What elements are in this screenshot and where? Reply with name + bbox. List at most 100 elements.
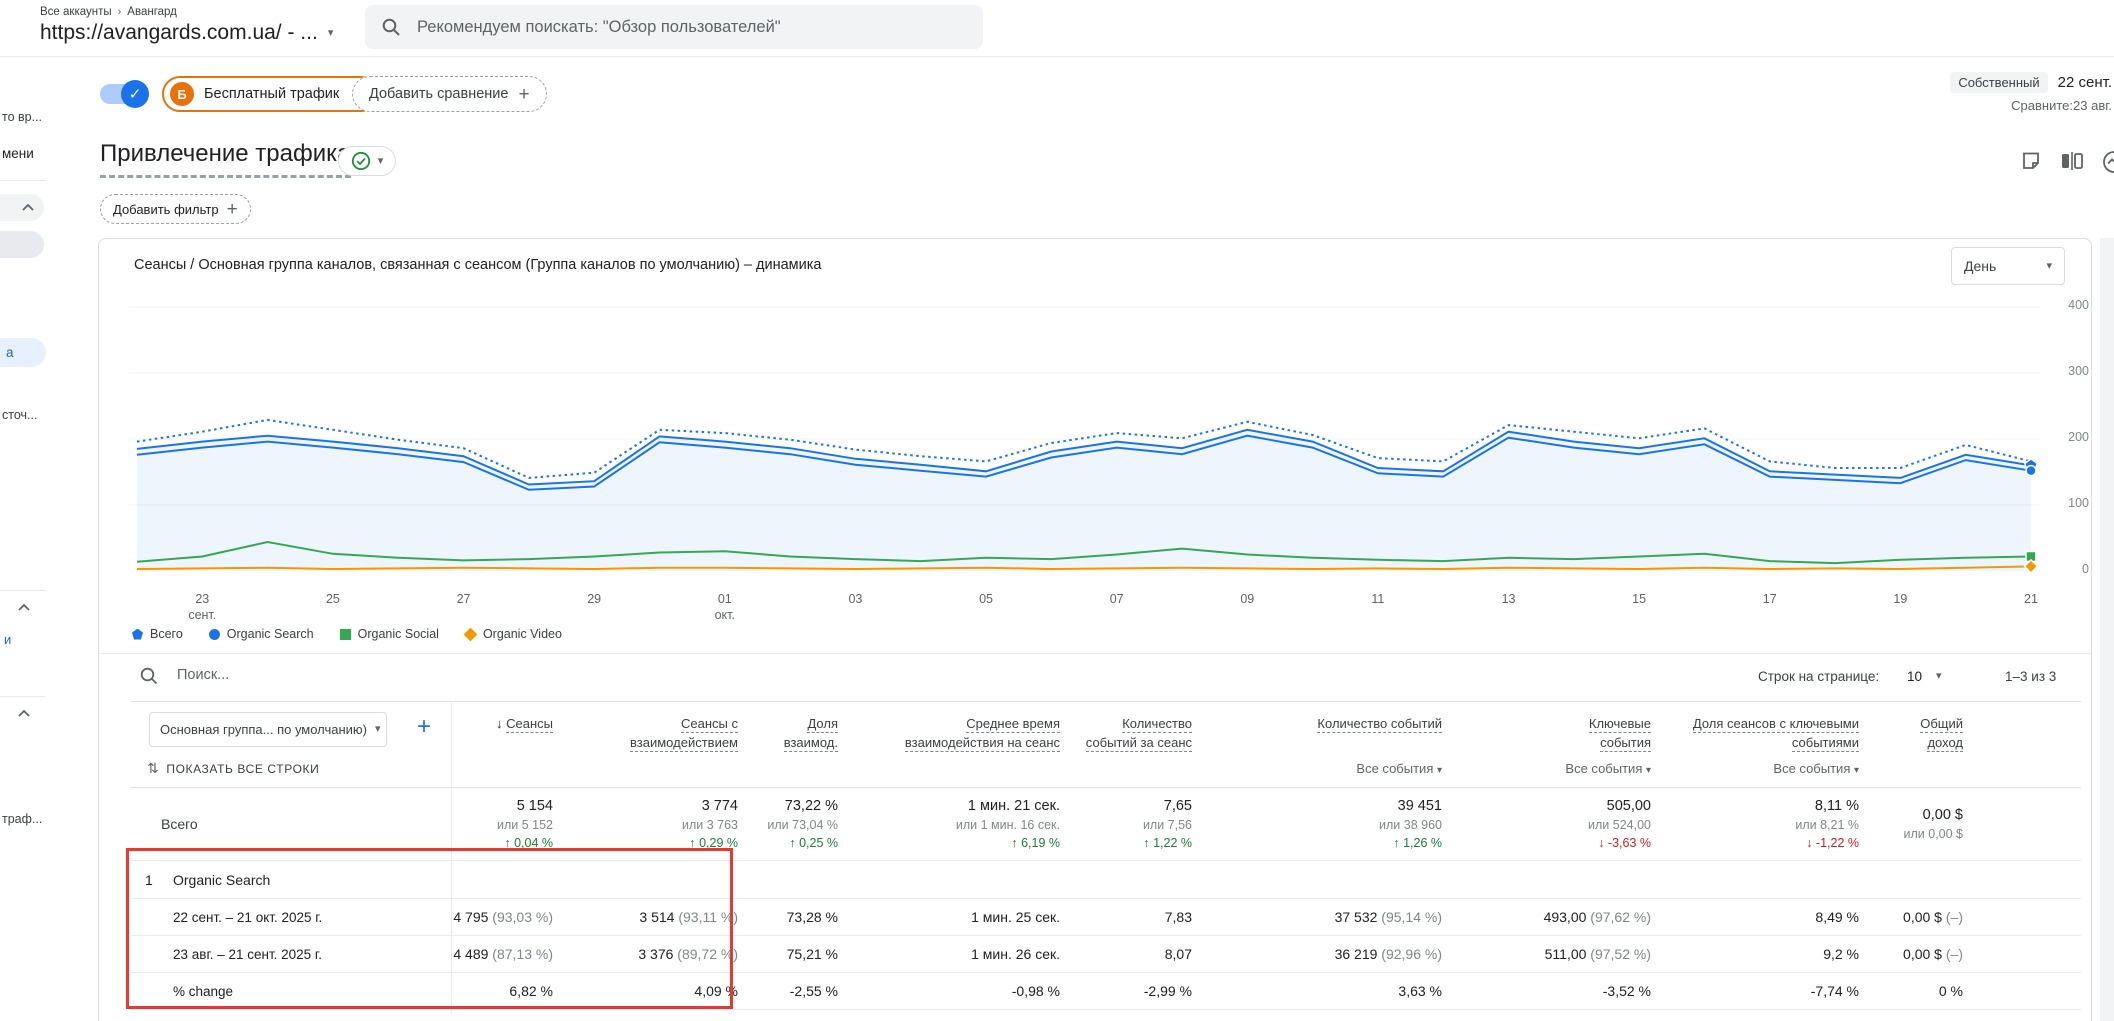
metric-cell: 8,07 (1164, 946, 1192, 962)
chevron-down-icon: ▾ (1936, 670, 1942, 682)
plus-icon: + (518, 83, 530, 105)
check-circle-icon (351, 151, 370, 171)
channel-name[interactable]: Organic Search (173, 872, 270, 888)
breadcrumb-account[interactable]: Авангард (127, 6, 177, 18)
chevron-down-icon: ▾ (377, 154, 384, 167)
chart-legend: Всего Organic Search Organic Social Organic… (132, 627, 562, 641)
date-preset-badge: Собственный (1950, 72, 2048, 93)
totals-metric-2: 3 774 или 3 763 ↑ 0,29 % (681, 798, 738, 850)
segment-toggle[interactable]: ✓ (100, 80, 149, 108)
comparison-icon[interactable] (2060, 150, 2084, 172)
pagination-range: 1–3 из 3 (2005, 669, 2057, 684)
y-axis-tick: 200 (2068, 430, 2089, 444)
events-filter-dropdown[interactable]: Все события ▾ (1565, 759, 1651, 778)
top-app-bar: Все аккаунты › Авангард https://avangard… (0, 0, 2114, 57)
events-filter-dropdown[interactable]: Все события ▾ (1773, 759, 1859, 778)
granularity-select[interactable]: День ▾ (1951, 247, 2065, 285)
column-header-7[interactable]: Ключевые события Все события ▾ (1450, 702, 1659, 787)
metric-cell: 36 219 (92,96 %) (1334, 946, 1442, 962)
metric-cell: 9,2 % (1823, 946, 1859, 962)
search-icon (140, 667, 158, 685)
legend-item-organic-video[interactable]: Organic Video (463, 627, 562, 641)
x-axis-tick: 03 (848, 592, 863, 606)
row-rank: 1 (145, 871, 153, 888)
dimension-dropdown[interactable]: Основная группа... по умолчанию) ▾ (149, 712, 387, 747)
sidebar-item-label[interactable]: траф... (2, 812, 42, 826)
report-card: Сеансы / Основная группа каналов, связан… (98, 238, 2092, 1021)
metric-cell: 8,49 % (1815, 909, 1859, 925)
sidebar-item-label[interactable]: то вр... (2, 110, 42, 124)
page-title: Привлечение трафика (100, 140, 351, 178)
metric-cell: 3 376 (89,72 %) (638, 946, 738, 962)
chevron-up-icon[interactable] (18, 604, 30, 611)
segment-chip-free-traffic[interactable]: Б Бесплатный трафик ✕ (162, 76, 379, 112)
delta-up: ↑ 0,29 % (689, 836, 738, 850)
column-header-3[interactable]: Доля взаимод. (746, 702, 846, 787)
rows-per-page-select[interactable]: 10 ▾ (1907, 669, 1942, 684)
report-status-dropdown[interactable]: ▾ (338, 146, 396, 176)
column-header-2[interactable]: Сеансы с взаимодействием (561, 702, 746, 787)
chevron-up-icon[interactable] (18, 710, 30, 717)
global-search-bar[interactable] (365, 5, 983, 49)
sidebar-item-label[interactable]: мени (2, 146, 34, 161)
add-comparison-button[interactable]: Добавить сравнение + (352, 76, 547, 112)
column-divider (451, 701, 452, 1013)
metric-cell: 3,63 % (1398, 983, 1442, 999)
column-header-6[interactable]: Количество событий Все события ▾ (1200, 702, 1450, 787)
metric-cell: 0,00 $ (–) (1903, 909, 1963, 925)
sidebar-item-pill[interactable] (0, 231, 44, 258)
show-all-rows-button[interactable]: ⇅ ПОКАЗАТЬ ВСЕ СТРОКИ (147, 760, 319, 777)
metric-cell: 4 489 (87,13 %) (453, 946, 553, 962)
notes-icon[interactable] (2020, 150, 2042, 172)
expand-rows-icon: ⇅ (147, 760, 160, 776)
metric-cell: -2,99 % (1143, 983, 1192, 999)
table-row-organic-search[interactable]: 1 Organic Search (131, 861, 2081, 899)
column-header-8[interactable]: Доля сеансов с ключевыми событиями Все со… (1659, 702, 1867, 787)
sidebar-item-active[interactable]: а (0, 338, 46, 367)
legend-item-всего[interactable]: Всего (132, 627, 183, 641)
column-header-9[interactable]: Общий доход (1867, 702, 1971, 787)
x-axis-tick: 23 сент. (188, 592, 217, 622)
x-axis-tick: 19 (1893, 592, 1908, 606)
legend-item-organic-search[interactable]: Organic Search (208, 627, 314, 641)
column-header-5[interactable]: Количество событий за сеанс (1068, 702, 1200, 787)
y-axis-tick: 400 (2068, 298, 2089, 312)
x-axis-tick: 11 (1371, 592, 1385, 606)
sidebar-item-label[interactable]: сточ... (2, 408, 37, 422)
events-filter-dropdown[interactable]: Все события ▾ (1356, 759, 1442, 778)
property-selector[interactable]: https://avangards.com.ua/ - ... ▾ (40, 21, 333, 45)
date-range-selector[interactable]: Собственный 22 сент. Сравните:23 авг. (1950, 72, 2112, 113)
scrollbar[interactable] (2100, 238, 2114, 1021)
metric-cell: 0,00 $ (–) (1903, 946, 1963, 962)
column-header-4[interactable]: Среднее время взаимодействия на сеанс (846, 702, 1068, 787)
metric-cell: 0 % (1938, 983, 1963, 999)
breadcrumb-all-accounts[interactable]: Все аккаунты (40, 6, 112, 18)
toggle-check-icon: ✓ (121, 80, 149, 108)
table-row: % change 6,82 % 4,09 % -2,55 % -0,98 % -2,99 … (131, 973, 2081, 1010)
table-search-input[interactable] (175, 660, 595, 690)
legend-item-organic-social[interactable]: Organic Social (339, 627, 439, 641)
add-filter-button[interactable]: Добавить фильтр + (100, 194, 251, 224)
segment-chip-label: Бесплатный трафик (204, 86, 340, 102)
chevron-down-icon: ▾ (1436, 765, 1442, 776)
metric-cell: 4 795 (93,03 %) (453, 909, 553, 925)
sidebar-item-label[interactable]: и (4, 632, 11, 647)
dimension-header-cell: Основная группа... по умолчанию) ▾ + ⇅ П… (131, 702, 451, 787)
metric-cell: 511,00 (97,52 %) (1544, 946, 1651, 962)
metric-cell: -0,98 % (1011, 983, 1060, 999)
table-row: 22 сент. – 21 окт. 2025 г. 4 795 (93,03 %… (131, 899, 2081, 936)
totals-metric-1: 5 154 или 5 152 ↑ 0,04 % (496, 798, 553, 850)
column-header-1[interactable]: ↓ Сеансы (451, 702, 561, 787)
add-dimension-button[interactable]: + (417, 715, 431, 739)
metric-cell: 75,21 % (786, 946, 838, 962)
search-icon (382, 18, 400, 36)
totals-metric-4: 1 мин. 21 сек. или 1 мин. 16 сек. ↑ 6,19 % (955, 798, 1060, 850)
sidebar-section-pill[interactable] (0, 194, 44, 221)
x-axis-tick: 13 (1501, 592, 1516, 606)
insights-icon[interactable] (2102, 150, 2114, 174)
global-search-input[interactable] (415, 16, 967, 38)
y-axis-tick: 0 (2082, 562, 2089, 576)
delta-down: ↓ -3,63 % (1598, 836, 1651, 850)
delta-up: ↑ 1,26 % (1393, 836, 1442, 850)
metric-cell: 3 514 (93,11 %) (639, 909, 738, 925)
